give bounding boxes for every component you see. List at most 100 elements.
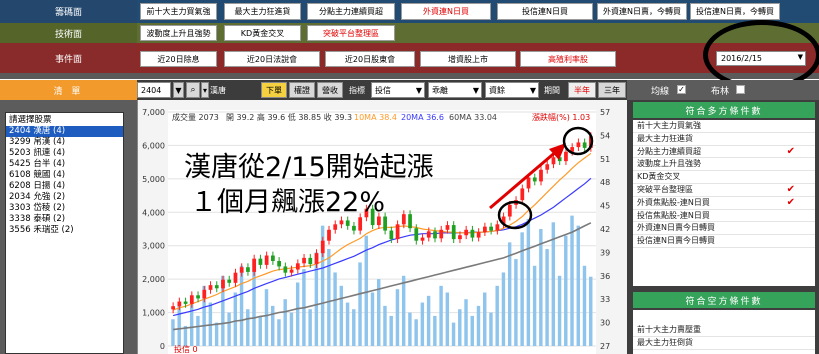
filter-platform-breakout[interactable]: 突破平台整理區	[307, 25, 395, 41]
price-chart[interactable]: 7,000 6,000 5,000 4,000 3,000 2,000 1,000 0 57 5…	[137, 100, 627, 354]
list-item[interactable]: 3338 泰碩 (2)	[6, 214, 123, 225]
candle-body	[414, 228, 419, 241]
candle-body	[214, 285, 219, 289]
volume-bar	[339, 285, 344, 346]
bear-conditions-list: 前十大主力賣壓重 最大主力狂倒貨	[633, 310, 815, 354]
volume-bar	[501, 272, 506, 346]
filter-trust-turn-buy[interactable]: 投信連N日賣，今轉買	[690, 3, 780, 20]
list-item-selected[interactable]: 2404 漢唐 (4)	[6, 126, 123, 137]
volume-bar	[233, 292, 238, 346]
list-item[interactable]: 6208 日揚 (4)	[6, 181, 123, 192]
chart-svg[interactable]: 7,0006,0005,0004,0003,0002,0001,0000 575…	[138, 100, 628, 354]
volume-bar	[271, 305, 275, 346]
volume-bar	[557, 275, 562, 346]
candle-body	[295, 263, 300, 270]
candle-body	[339, 220, 344, 225]
volume-bar	[414, 319, 418, 346]
right-tick-label: 27	[600, 342, 610, 351]
list-item[interactable]: 6108 競國 (4)	[6, 170, 123, 181]
stock-code-input[interactable]: 2404	[137, 82, 171, 98]
list-header: 清 單	[0, 80, 137, 100]
right-tick-label: 30	[600, 319, 610, 328]
candle-body	[314, 253, 319, 265]
list-item[interactable]: 5425 台半 (4)	[6, 159, 123, 170]
tab-warrant[interactable]: 權證	[289, 82, 315, 98]
candle-body	[539, 169, 543, 182]
bollinger-toggle-label: 布林	[711, 87, 730, 97]
period-three-years[interactable]: 三年	[598, 82, 626, 98]
condition-text: 外資焦點股-連N日買	[637, 197, 710, 207]
volume-bar	[401, 275, 406, 346]
candle-body	[526, 177, 531, 189]
volume-bar	[308, 309, 312, 346]
list-item[interactable]: 3303 岱稜 (2)	[6, 203, 123, 214]
annotation-line-2: １個月飆漲22%	[190, 187, 386, 218]
list-title-item[interactable]: 請選擇股票	[6, 115, 123, 126]
filter-investor-conf-20d[interactable]: 近20日法說會	[224, 51, 320, 67]
condition-text: 投信連N日賣今日轉買	[637, 236, 715, 246]
volume-bar	[545, 249, 549, 346]
list-item[interactable]: 3556 禾瑞亞 (2)	[6, 225, 123, 236]
candle-body	[345, 220, 350, 226]
volume-bar	[196, 315, 200, 346]
filter-foreign-n-day-buy[interactable]: 外資連N日買	[401, 3, 491, 20]
ma-checkbox[interactable]: ✓	[677, 85, 686, 94]
filter-volatility-rise[interactable]: 波動度上升且強勢	[140, 25, 217, 41]
indicator-select-1-value: 投信	[375, 85, 391, 95]
list-item[interactable]: 5203 訊連 (4)	[6, 148, 123, 159]
candle-body	[202, 289, 207, 299]
candle-body	[551, 157, 556, 165]
period-label: 期間	[544, 85, 560, 95]
list-item[interactable]: 2034 允強 (2)	[6, 192, 123, 203]
ma-toggle-label: 均線	[651, 87, 670, 97]
stock-list[interactable]: 請選擇股票 2404 漢唐 (4) 3299 帛漢 (4) 5203 訊連 (4…	[5, 112, 124, 354]
candle-body	[458, 235, 462, 240]
volume-bar	[426, 295, 431, 346]
indicator-select-3[interactable]: 資餘 ▼	[485, 82, 539, 98]
filter-high-yield[interactable]: 高殖利率股	[520, 51, 616, 67]
candle-body	[271, 255, 275, 261]
filter-kd-golden-cross[interactable]: KD黃金交叉	[224, 25, 301, 41]
volume-bar	[483, 292, 487, 346]
list-item[interactable]: 3299 帛漢 (4)	[6, 137, 123, 148]
bottom-indicator-label: 投信 0	[174, 344, 198, 354]
indicator-label: 指標	[349, 85, 365, 95]
check-icon: ✔	[786, 183, 795, 195]
filter-branch-continuous-buy[interactable]: 分點主力連續買超	[307, 3, 395, 20]
candle-body	[320, 240, 325, 254]
candle-body	[476, 232, 481, 238]
candle-body	[327, 229, 331, 241]
candle-body	[189, 295, 194, 304]
filter-trust-n-day-buy[interactable]: 投信連N日買	[497, 3, 593, 20]
check-icon: ✔	[786, 196, 795, 208]
filter-shareholder-meeting-20d[interactable]: 近20日股東會	[325, 51, 415, 67]
right-panel-header: 均線 ✓ 布林	[627, 80, 819, 100]
filter-largest-main-buying[interactable]: 最大主力狂進貨	[224, 3, 301, 20]
indicator-select-2[interactable]: 乖離 ▼	[428, 82, 482, 98]
condition-row: 最大主力狂進貨	[633, 133, 815, 146]
filter-new-shares-listing[interactable]: 增資股上市	[420, 51, 516, 67]
tab-revenue[interactable]: 營收	[317, 82, 343, 98]
candle-body	[545, 164, 550, 170]
volume-bar	[358, 262, 362, 346]
tech-filter-label: 技術面	[0, 23, 137, 43]
search-icon[interactable]: ⌕	[186, 82, 200, 98]
info-change: 漲跌幅(%) 1.03	[532, 112, 590, 122]
condition-text: 分點主力連續買超	[637, 146, 701, 156]
chevron-down-icon[interactable]: ▼	[173, 82, 184, 98]
volume-bar	[408, 312, 412, 346]
condition-row: 投信連N日賣今日轉買	[633, 235, 815, 248]
left-tick-label: 7,000	[142, 108, 165, 117]
event-filter-row: 事件面 近20日除息 近20日法說會 近20日股東會 增資股上市 高殖利率股	[0, 43, 819, 73]
indicator-select-1[interactable]: 投信 ▼	[371, 82, 425, 98]
bollinger-checkbox[interactable]	[736, 85, 745, 94]
filter-foreign-turn-buy[interactable]: 外資連N日賣，今轉買	[597, 3, 687, 20]
period-half-year[interactable]: 半年	[568, 82, 596, 98]
candle-body	[352, 225, 356, 231]
right-tick-label: 33	[600, 295, 610, 304]
tab-order[interactable]: 下單	[261, 82, 287, 98]
stock-name: 漢唐	[210, 85, 226, 95]
filter-ex-dividend-20d[interactable]: 近20日除息	[140, 51, 217, 67]
filter-top10-buying[interactable]: 前十大主力買氣強	[140, 3, 217, 20]
candle-body	[277, 260, 281, 267]
